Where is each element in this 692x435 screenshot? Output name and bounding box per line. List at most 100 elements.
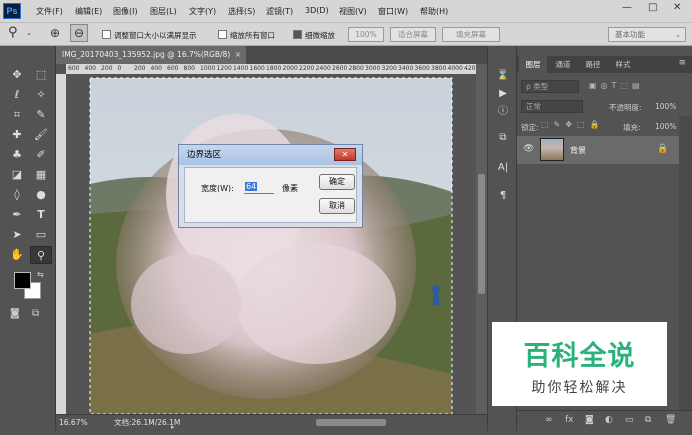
type-tool-icon[interactable]: T bbox=[30, 206, 52, 224]
horizontal-scroll-thumb[interactable] bbox=[316, 419, 386, 426]
foreground-color-swatch[interactable] bbox=[14, 272, 31, 289]
gradient-icon[interactable]: ▦ bbox=[30, 166, 52, 184]
ruler-tick-label: 3200 bbox=[381, 65, 397, 72]
delete-layer-icon[interactable]: 🗑 bbox=[665, 415, 676, 425]
blur-tool-icon[interactable]: ◊ bbox=[6, 186, 28, 204]
menu-file[interactable]: 文件(F) bbox=[36, 6, 63, 17]
path-select-icon[interactable]: ➤ bbox=[6, 226, 28, 244]
ruler-tick-label: 2400 bbox=[315, 65, 331, 72]
menu-select[interactable]: 选择(S) bbox=[228, 6, 255, 17]
close-tab-icon[interactable]: × bbox=[235, 46, 241, 64]
lasso-tool-icon[interactable]: ℓ bbox=[6, 86, 28, 104]
quick-mask-icon[interactable]: ◙ bbox=[10, 308, 20, 319]
zoom-out-icon[interactable]: ⊖ bbox=[70, 24, 88, 42]
menu-window[interactable]: 窗口(W) bbox=[378, 6, 408, 17]
menu-image[interactable]: 图像(I) bbox=[113, 6, 138, 17]
tree-lower-branches bbox=[236, 244, 396, 364]
clone-stamp-icon[interactable]: ♣ bbox=[6, 146, 28, 164]
dialog-close-button[interactable]: ✕ bbox=[334, 148, 356, 161]
zoom-tool-icon[interactable]: ⚲ bbox=[8, 25, 18, 40]
move-tool-icon[interactable]: ✥ bbox=[6, 66, 28, 84]
actions-play-icon[interactable]: ▶ bbox=[494, 86, 512, 102]
menu-help[interactable]: 帮助(H) bbox=[420, 6, 448, 17]
zoom-level[interactable]: 16.67% bbox=[59, 415, 88, 431]
close-window-button[interactable]: ✕ bbox=[673, 2, 681, 13]
panel-menu-icon[interactable]: ≡ bbox=[678, 58, 686, 68]
eye-icon[interactable]: 👁 bbox=[523, 144, 534, 154]
restore-button[interactable]: □ bbox=[648, 2, 657, 13]
layers-bottom-bar: ∞ fx ◙ ◐ ▭ ⧉ 🗑 bbox=[517, 410, 692, 431]
marquee-tool-icon[interactable]: ⬚ bbox=[30, 66, 52, 84]
chevron-down-icon: ⌄ bbox=[674, 30, 681, 39]
status-arrow-icon[interactable]: ▸ bbox=[171, 419, 175, 435]
minimize-button[interactable]: — bbox=[622, 2, 632, 13]
width-input[interactable]: 64 bbox=[244, 181, 274, 194]
menu-type[interactable]: 文字(Y) bbox=[189, 6, 216, 17]
fill-value[interactable]: 100% bbox=[655, 122, 676, 131]
info-icon[interactable]: ⓘ bbox=[494, 104, 512, 120]
workspace-select[interactable]: 基本功能 ⌄ bbox=[608, 27, 686, 42]
magic-wand-icon[interactable]: ✧ bbox=[30, 86, 52, 104]
menu-layer[interactable]: 图层(L) bbox=[150, 6, 177, 17]
tab-channels[interactable]: 通道 bbox=[549, 56, 577, 73]
actual-pixels-button[interactable]: 100% bbox=[348, 27, 384, 42]
ruler-tick-label: 3000 bbox=[365, 65, 381, 72]
width-label: 宽度(W): bbox=[201, 184, 234, 193]
zoom-in-icon[interactable]: ⊕ bbox=[50, 26, 60, 40]
layer-comps-icon[interactable]: ⧉ bbox=[494, 130, 512, 146]
vertical-scroll-thumb[interactable] bbox=[478, 174, 485, 294]
opacity-value[interactable]: 100% bbox=[655, 102, 676, 111]
kind-filter-select[interactable]: ρ 类型 bbox=[521, 80, 579, 93]
adjustment-layer-icon[interactable]: ◐ bbox=[605, 415, 613, 425]
add-mask-icon[interactable]: ◙ bbox=[585, 415, 594, 425]
vertical-scrollbar[interactable] bbox=[476, 64, 487, 414]
hand-tool-icon[interactable]: ✋ bbox=[6, 246, 28, 264]
healing-brush-icon[interactable]: ✚ bbox=[6, 126, 28, 144]
tab-layers[interactable]: 图层 bbox=[519, 56, 547, 73]
fill-screen-button[interactable]: 填充屏幕 bbox=[442, 27, 500, 42]
tab-paths[interactable]: 路径 bbox=[579, 56, 607, 73]
resize-windows-checkbox[interactable] bbox=[102, 30, 111, 39]
blend-mode-select[interactable]: 正常 bbox=[521, 100, 583, 113]
screen-mode-icon[interactable]: ⧉ bbox=[32, 308, 39, 319]
menu-3d[interactable]: 3D(D) bbox=[305, 6, 329, 15]
tab-styles[interactable]: 样式 bbox=[609, 56, 637, 73]
eraser-icon[interactable]: ◪ bbox=[6, 166, 28, 184]
history-icon[interactable]: ⌛ bbox=[494, 68, 512, 84]
ok-button[interactable]: 确定 bbox=[319, 174, 355, 190]
brush-tool-icon[interactable]: 🖌 bbox=[30, 126, 52, 144]
new-layer-icon[interactable]: ⧉ bbox=[645, 415, 651, 425]
crop-tool-icon[interactable]: ⌗ bbox=[6, 106, 28, 124]
cancel-button[interactable]: 取消 bbox=[319, 198, 355, 214]
swap-colors-icon[interactable]: ⇆ bbox=[37, 270, 44, 279]
tree-left-branches bbox=[131, 254, 241, 354]
link-layers-icon[interactable]: ∞ bbox=[545, 415, 553, 425]
pen-tool-icon[interactable]: ✒ bbox=[6, 206, 28, 224]
history-brush-icon[interactable]: ✐ bbox=[30, 146, 52, 164]
zoom-all-windows-checkbox[interactable] bbox=[218, 30, 227, 39]
menu-view[interactable]: 视图(V) bbox=[339, 6, 367, 17]
ruler-tick-label: 1200 bbox=[216, 65, 232, 72]
zoom-tool-active-icon[interactable]: ⚲ bbox=[30, 246, 52, 264]
fx-icon[interactable]: fx bbox=[565, 415, 574, 425]
lock-icons[interactable]: ⬚✎✥⬚🔒 bbox=[541, 120, 604, 129]
panel-scrollbar[interactable] bbox=[679, 116, 692, 416]
character-icon[interactable]: A| bbox=[494, 160, 512, 176]
document-tab-title: IMG_20170403_135952.jpg @ 16.7%(RGB/8) bbox=[62, 50, 231, 59]
fit-screen-button[interactable]: 适合屏幕 bbox=[390, 27, 436, 42]
chevron-down-icon[interactable]: ⌄ bbox=[26, 29, 32, 37]
document-tab[interactable]: IMG_20170403_135952.jpg @ 16.7%(RGB/8) × bbox=[56, 46, 246, 64]
workspace-label: 基本功能 bbox=[615, 30, 645, 39]
menu-filter[interactable]: 滤镜(T) bbox=[266, 6, 293, 17]
scrubby-zoom-checkbox[interactable] bbox=[293, 30, 302, 39]
dodge-tool-icon[interactable]: ● bbox=[30, 186, 52, 204]
rectangle-tool-icon[interactable]: ▭ bbox=[30, 226, 52, 244]
new-group-icon[interactable]: ▭ bbox=[625, 415, 634, 425]
menu-edit[interactable]: 编辑(E) bbox=[75, 6, 102, 17]
paragraph-icon[interactable]: ¶ bbox=[494, 188, 512, 204]
layer-row[interactable]: 👁 背景 🔒 bbox=[517, 136, 679, 164]
eyedropper-icon[interactable]: ✎ bbox=[30, 106, 52, 124]
canvas-area[interactable] bbox=[66, 74, 476, 414]
dialog-titlebar[interactable]: 边界选区 ✕ bbox=[179, 145, 362, 165]
filter-icons[interactable]: ▣◎T⬚▤ bbox=[589, 81, 644, 90]
